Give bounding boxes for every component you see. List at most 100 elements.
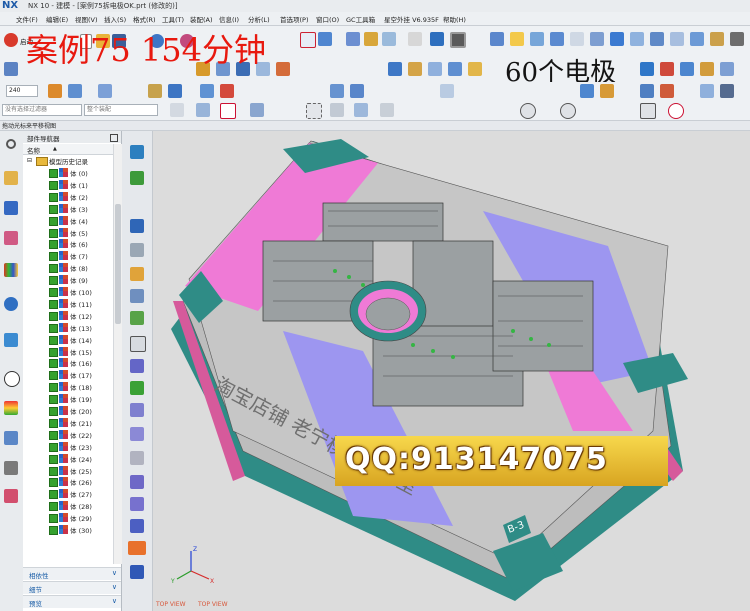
sheet-icon[interactable]: [590, 32, 604, 46]
visibility-checkbox[interactable]: [49, 264, 58, 274]
blend-icon[interactable]: [650, 32, 664, 46]
visibility-checkbox[interactable]: [49, 454, 58, 464]
icam-icon[interactable]: [128, 541, 146, 555]
selection-filter[interactable]: 没有选择过滤器: [2, 104, 82, 116]
chamfer-icon[interactable]: [448, 62, 462, 76]
arc-icon[interactable]: [98, 84, 112, 98]
move-face-icon[interactable]: [680, 62, 694, 76]
circle-snap-icon[interactable]: [520, 103, 536, 119]
visibility-checkbox[interactable]: [49, 502, 58, 512]
snowflake-icon[interactable]: [130, 336, 146, 352]
graphics-window[interactable]: 淘宝店铺 老宁模具工作室 B-3 Z X Y: [153, 131, 750, 611]
hd3d-icon[interactable]: [4, 297, 18, 311]
visibility-checkbox[interactable]: [49, 466, 58, 476]
render-style-icon[interactable]: [408, 32, 422, 46]
visibility-checkbox[interactable]: [49, 347, 58, 357]
more-tools-icon[interactable]: [730, 32, 744, 46]
menu-assembly[interactable]: 装配(A): [190, 14, 213, 24]
menu-file[interactable]: 文件(F): [16, 14, 38, 24]
fixture-icon[interactable]: [130, 289, 144, 303]
menu-insert[interactable]: 插入(S): [104, 14, 126, 24]
line-icon[interactable]: [68, 84, 82, 98]
bridge-icon[interactable]: [580, 84, 594, 98]
web-browser-icon[interactable]: [4, 333, 18, 347]
menu-help[interactable]: 帮助(H): [443, 14, 466, 24]
tree-row-body[interactable]: 体 (4): [23, 215, 113, 227]
visibility-checkbox[interactable]: [49, 204, 58, 214]
parting-icon[interactable]: [130, 243, 144, 257]
view-top-icon[interactable]: [354, 103, 368, 117]
system-materials-icon[interactable]: [4, 401, 18, 415]
tree-row-body[interactable]: 体 (22): [23, 429, 113, 441]
tree-row-body[interactable]: 体 (8): [23, 262, 113, 274]
visibility-checkbox[interactable]: [49, 299, 58, 309]
offset-curve-icon[interactable]: [350, 84, 364, 98]
tree-row-body[interactable]: 体 (15): [23, 346, 113, 358]
join-icon[interactable]: [600, 84, 614, 98]
name-tag-icon[interactable]: [130, 359, 144, 373]
tree-row-body[interactable]: 体 (16): [23, 357, 113, 369]
column-header[interactable]: 名称 ▲: [23, 144, 113, 155]
color-swatch-icon[interactable]: [450, 32, 466, 48]
collapse-icon[interactable]: ⊟: [27, 157, 32, 164]
visibility-checkbox[interactable]: [49, 228, 58, 238]
menu-edit[interactable]: 编辑(E): [46, 14, 68, 24]
export-icon[interactable]: [130, 475, 144, 489]
tree-row-body[interactable]: 体 (12): [23, 310, 113, 322]
dependencies-section[interactable]: 相依性 ∨: [23, 567, 121, 580]
delete-face-icon[interactable]: [700, 62, 714, 76]
edge-blend-icon[interactable]: [468, 62, 482, 76]
visibility-checkbox[interactable]: [49, 526, 58, 535]
visibility-checkbox[interactable]: [49, 371, 58, 381]
tree-row-body[interactable]: 体 (25): [23, 465, 113, 477]
visibility-checkbox[interactable]: [49, 407, 58, 416]
tree-row-body[interactable]: 体 (23): [23, 441, 113, 453]
menu-preferences[interactable]: 首选项(P): [280, 14, 309, 24]
shaded-view-icon[interactable]: [346, 32, 360, 46]
polygon-icon[interactable]: [48, 84, 62, 98]
box-select-icon[interactable]: [306, 103, 322, 119]
process-studio-icon[interactable]: [4, 431, 18, 445]
visibility-checkbox[interactable]: [49, 442, 58, 452]
view-orient-icon[interactable]: [330, 103, 344, 117]
report-icon[interactable]: [130, 451, 144, 465]
visibility-checkbox[interactable]: [49, 490, 58, 500]
naming-icon[interactable]: [130, 565, 144, 579]
visibility-checkbox[interactable]: [49, 311, 58, 321]
measure-icon[interactable]: [640, 84, 654, 98]
drawing-icon[interactable]: [130, 497, 144, 511]
extrude-face-icon[interactable]: [610, 32, 624, 46]
part-navigator-icon[interactable]: [4, 231, 18, 245]
edge-view-icon[interactable]: [364, 32, 378, 46]
constraint-icon[interactable]: [148, 84, 162, 98]
assembly-scope[interactable]: 整个装配: [84, 104, 158, 116]
dimension-icon[interactable]: [168, 84, 182, 98]
light-icon[interactable]: [510, 32, 524, 46]
navigator-scrollbar[interactable]: [113, 144, 122, 564]
sort-asc-icon[interactable]: ▲: [53, 146, 57, 152]
history-icon[interactable]: [4, 371, 20, 387]
wireframe-icon[interactable]: [382, 32, 396, 46]
zoom-combo[interactable]: 240: [6, 85, 38, 97]
visibility-checkbox[interactable]: [49, 418, 58, 428]
zoom-icon[interactable]: [318, 32, 332, 46]
pattern-icon[interactable]: [220, 84, 234, 98]
visibility-checkbox[interactable]: [49, 169, 58, 178]
assembly-navigator-icon[interactable]: [4, 171, 18, 185]
visibility-checkbox[interactable]: [49, 359, 58, 369]
tree-row-body[interactable]: 体 (7): [23, 250, 113, 262]
holder-icon[interactable]: [130, 311, 144, 325]
menu-format[interactable]: 格式(R): [133, 14, 156, 24]
orient-view-icon[interactable]: [490, 32, 504, 46]
history-root[interactable]: ⊟ 模型历史记录: [23, 155, 113, 167]
mold-tool-icon[interactable]: [710, 32, 724, 46]
tree-row-body[interactable]: 体 (30): [23, 524, 113, 536]
scroll-thumb[interactable]: [115, 204, 121, 324]
tree-row-body[interactable]: 体 (29): [23, 512, 113, 524]
layer-icon[interactable]: [550, 32, 564, 46]
constraint-navigator-icon[interactable]: [4, 201, 18, 215]
details-section[interactable]: 细节 ∨: [23, 581, 121, 594]
tree-row-body[interactable]: 体 (3): [23, 203, 113, 215]
split-body-icon[interactable]: [720, 62, 734, 76]
info-icon[interactable]: [700, 84, 714, 98]
